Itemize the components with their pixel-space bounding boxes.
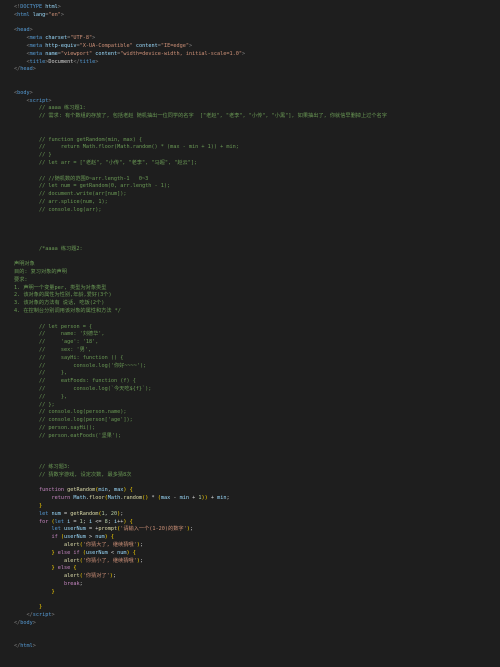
code-line: 目的: 复习对象的声明 [14,269,67,275]
code-line: if (userNum > num) { [14,534,114,540]
code-line: for (let i = 1; i <= 8; i++) { [14,519,133,525]
code-line: // }; [14,402,55,408]
code-line: </script> [14,612,55,618]
code-line: // sex: '男', [14,347,91,353]
code-line: // console.log(arr); [14,207,101,213]
code-line: // name: '刘德华', [14,331,105,337]
code-line: // }, [14,370,67,376]
code-line: } [14,503,42,509]
code-line: } [14,604,42,610]
code-line: let num = getRandom(1, 20); [14,511,123,517]
code-line: // console.log(person.name); [14,409,126,415]
code-line: // }, [14,394,67,400]
code-line: // 'age': '18', [14,339,98,345]
code-line: 声明对象 [14,261,35,267]
code-line: 1. 声明一个变量per, 类型为对象类型 [14,285,106,291]
code-line: <script> [14,98,52,104]
code-line: // let arr = ["老赵", "小传", "老李", "马超", "赵… [14,160,197,166]
code-line: // return Math.floor(Math.random() * (ma… [14,144,239,150]
code-line: // let num = getRandom(0, arr.length - 1… [14,183,170,189]
code-line: </body> [14,620,36,626]
code-line: alert('你猜大了, 继续猜哦'); [14,542,143,548]
code-line: break; [14,581,83,587]
code-line: <title>Document</title> [14,59,98,65]
code-line: <head> [14,27,33,33]
code-line: // eatFoods: function (f) { [14,378,136,384]
code-line: function getRandom(min, max) { [14,487,133,493]
code-line: <html lang="en"> [14,12,64,18]
code-line: // person.eatFoods('坚果'); [14,433,121,439]
code-line: // console.log(`今天吃${f}`); [14,386,151,392]
code-line: alert('你猜小了, 继续猜哦'); [14,558,143,564]
code-line: // function getRandom(min, max) { [14,137,142,143]
code-line: // sayHi: function () { [14,355,123,361]
code-line: 要求: [14,277,28,283]
code-line: <meta name="viewport" content="width=dev… [14,51,245,57]
code-editor[interactable]: <!DOCTYPE html> <html lang="en"> <head> … [0,0,500,651]
code-line: 2. 该对象的属性为性别,年龄,爱好(3个) [14,292,112,298]
code-line: // 需求: 有个数组的存放了, 包括老赵 随机抽出一位同学的名字 ["老赵",… [14,113,387,119]
code-line: return Math.floor(Math.random() * (max -… [14,495,230,501]
code-line: <!DOCTYPE html> [14,4,61,10]
code-line: let userNum = +prompt('请输入一个(1-20)的数字'); [14,526,193,532]
code-line: // aaaa 练习题1: [14,105,86,111]
code-line: // console.log('你好~~~~'); [14,363,146,369]
code-line: // //随机数的范围0~arr.length-1 0~3 [14,176,148,182]
code-line: /*aaaa 练习题2: [14,246,83,252]
code-line: } else { [14,565,76,571]
code-line: // 猜数字游戏, 设定次数, 最多猜8次 [14,472,131,478]
code-line: </head> [14,66,36,72]
code-line: } else if (userNum < num) { [14,550,136,556]
code-line: // person.sayHi(); [14,425,95,431]
code-line: alert('你猜对了'); [14,573,116,579]
code-line: 3. 该对象的方法有 说话, 吃饭(2个) [14,300,104,306]
code-line: // let person = { [14,324,92,330]
code-line: // arr.splice(num, 1); [14,199,108,205]
code-line: <body> [14,90,33,96]
code-line: <meta http-equiv="X-UA-Compatible" conte… [14,43,192,49]
code-line: // document.write(arr[num]); [14,191,126,197]
code-line: // 练习题3: [14,464,70,470]
code-line: </html> [14,643,36,649]
code-line: <meta charset="UTF-8"> [14,35,95,41]
code-line: // console.log(person['age']); [14,417,133,423]
code-line: // } [14,152,52,158]
code-line: 4. 在控制台分别调用该对象的属性和方法 */ [14,308,121,314]
code-line: } [14,589,55,595]
